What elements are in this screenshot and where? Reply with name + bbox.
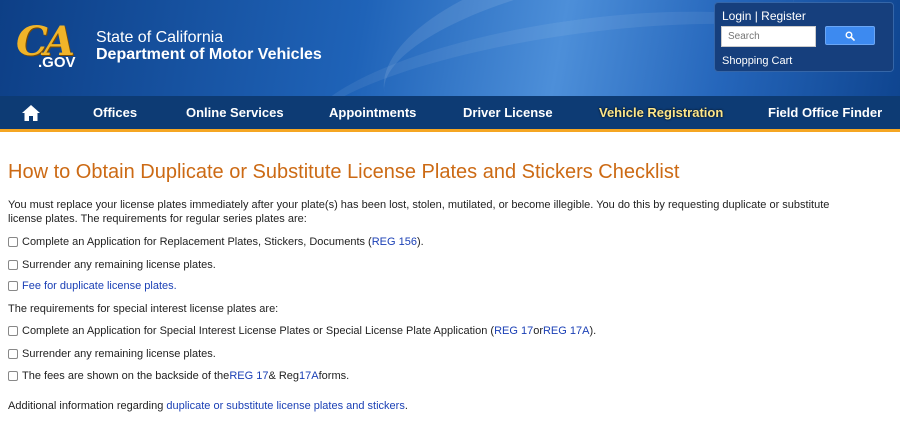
checklist-item: The fees are shown on the backside of th… [8,369,349,383]
checkbox[interactable] [8,326,18,336]
nav-vehicle-registration[interactable]: Vehicle Registration [599,96,723,129]
login-links: Login | Register [722,9,806,23]
item-text: Surrender any remaining license plates. [22,259,216,271]
item-text: . [404,400,408,412]
nav-home[interactable] [21,96,41,129]
register-link[interactable]: Register [761,9,806,23]
page-title: How to Obtain Duplicate or Substitute Li… [8,161,680,183]
checkbox[interactable] [8,349,18,359]
additional-info-link[interactable]: duplicate or substitute license plates a… [166,400,404,412]
checklist-item: Complete an Application for Replacement … [8,235,424,249]
item-text: The fees are shown on the backside of th… [22,370,230,382]
fee-duplicate-plates-link[interactable]: Fee for duplicate license plates. [22,279,177,293]
item-text: ). [416,236,424,248]
site-title[interactable]: State of California Department of Motor … [96,30,322,64]
account-panel: Login | Register Shopping Cart [714,2,894,72]
state-line: State of California [96,29,224,46]
reg-156-link[interactable]: REG 156 [372,235,417,249]
checkbox[interactable] [8,260,18,270]
site-header: CA .GOV State of California Department o… [0,0,900,96]
item-text: Surrender any remaining license plates. [22,348,216,360]
search-input[interactable] [721,26,816,47]
ca-gov-logo[interactable]: CA .GOV [14,18,88,76]
checkbox[interactable] [8,371,18,381]
checklist-item: Fee for duplicate license plates. [8,279,177,293]
logo-gov-text: .GOV [38,54,76,71]
reg-17-forms-link[interactable]: REG 17 [229,369,268,383]
reg-17a-link[interactable]: REG 17A [543,324,589,338]
item-text: forms. [318,370,350,382]
reg-17a-forms-link[interactable]: 17A [299,369,319,383]
item-text: ). [589,325,597,337]
nav-offices[interactable]: Offices [93,96,137,129]
item-text: & Reg [268,370,300,382]
login-link[interactable]: Login [722,9,751,23]
nav-field-office-finder[interactable]: Field Office Finder [768,96,882,129]
checklist-item: Complete an Application for Special Inte… [8,324,596,338]
item-text: Complete an Application for Replacement … [22,236,372,248]
additional-info: Additional information regarding duplica… [8,399,408,413]
special-interest-heading: The requirements for special interest li… [8,303,279,315]
item-text: Additional information regarding [8,400,167,412]
home-icon [22,104,40,121]
nav-driver-license[interactable]: Driver License [463,96,553,129]
shopping-cart-link[interactable]: Shopping Cart [722,55,792,67]
nav-appointments[interactable]: Appointments [329,96,416,129]
checkbox[interactable] [8,281,18,291]
checkbox[interactable] [8,237,18,247]
item-text: Complete an Application for Special Inte… [22,325,495,337]
login-separator: | [751,9,762,23]
search-button[interactable] [825,26,875,45]
department-line: Department of Motor Vehicles [96,46,322,63]
reg-17-link[interactable]: REG 17 [494,324,533,338]
checklist-item: Surrender any remaining license plates. [8,347,216,361]
main-nav: Offices Online Services Appointments Dri… [0,96,900,132]
magnifier-icon [845,31,855,41]
checklist-item: Surrender any remaining license plates. [8,258,216,272]
nav-online-services[interactable]: Online Services [186,96,284,129]
item-text: or [533,325,543,337]
intro-paragraph: You must replace your license plates imm… [8,199,830,225]
